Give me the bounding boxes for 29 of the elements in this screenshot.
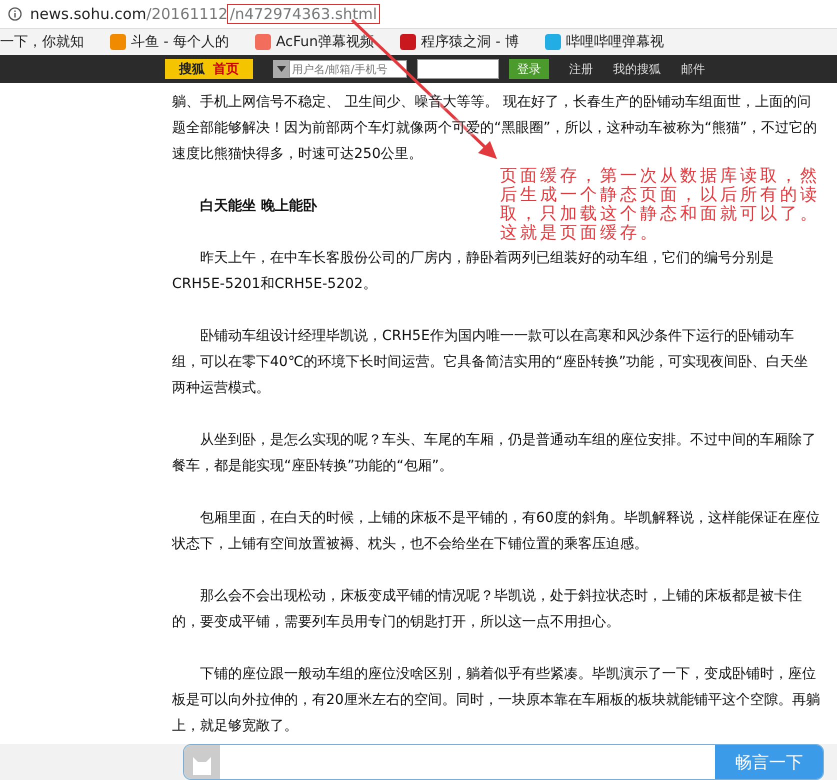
url-path: /20161112: [146, 5, 228, 23]
nav-link[interactable]: 注册: [569, 60, 593, 78]
username-field[interactable]: 用户名/邮箱/手机号: [289, 60, 407, 78]
highlighted-url-path: /n472974363.shtml: [228, 5, 380, 23]
bookmark-item[interactable]: 哔哩哔哩弹幕视: [566, 33, 664, 51]
article-paragraph: 下铺的座位跟一般动车组的座位没啥区别，躺着似乎有些紧凑。毕凯演示了一下，变成卧铺时，座位板是可以向外拉伸的，有20厘米左右的空间。同时，一块原本靠在车厢板的板块就能铺平这个空隙。再躺上，就足够宽敞了。: [172, 665, 820, 736]
login-button[interactable]: 登录: [509, 59, 549, 79]
bookmark-favicon-icon: [254, 34, 271, 50]
nav-link[interactable]: 我的搜狐: [613, 60, 661, 78]
bookmark-item[interactable]: 斗鱼 - 每个人的: [131, 33, 229, 51]
annotation-text: 页面缓存，第一次从数据库读取，然后生成一个静态页面，以后所有的读取，只加载这个静态和面就可以了。这就是页面缓存。: [500, 167, 821, 243]
bookmark-item[interactable]: 一下，你就知: [0, 33, 84, 51]
article-paragraph: 包厢里面，在白天的时候，上铺的床板不是平铺的，有60度的斜角。毕凯解释说，这样能保证在座位状态下，上铺有空间放置被褥、枕头，也不会给坐在下铺位置的乘客压迫感。: [172, 509, 820, 554]
article-paragraph: 那么会不会出现松动，床板变成平铺的情况呢？毕凯说，处于斜拉状态时，上铺的床板都是被卡住的，要变成平铺，需要列车员用专门的钥匙打开，所以这一点不用担心。: [172, 587, 803, 632]
section-heading: 白天能坐 晚上能卧: [199, 197, 317, 216]
bookmark-favicon-icon: [544, 34, 561, 50]
nav-link[interactable]: 邮件: [681, 60, 705, 78]
password-field[interactable]: [417, 59, 499, 79]
home-link[interactable]: 搜狐 首页: [165, 59, 253, 79]
bookmark-item[interactable]: 程序猿之洞 - 博: [421, 33, 519, 51]
info-icon: [8, 7, 22, 21]
dropdown-caret-icon[interactable]: [273, 60, 289, 78]
article-paragraph: 昨天上午，在中车长客股份公司的厂房内，静卧着两列已组装好的动车组，它们的编号分别是CRH5E-5201和CRH5E-5202。: [172, 249, 775, 294]
bookmark-favicon-icon: [110, 34, 126, 50]
article-paragraph: 从坐到卧，是怎么实现的呢？车头、车尾的车厢，仍是普通动车组的座位安排。不过中间的车厢除了餐车，都是能实现“座卧转换”功能的“包厢”。: [172, 431, 817, 476]
avatar-icon: [184, 745, 220, 779]
bookmark-favicon-icon: [400, 34, 416, 50]
article-paragraph: 卧铺动车组设计经理毕凯说，CRH5E作为国内唯一一款可以在高寒和风沙条件下运行的卧铺动车组，可以在零下40℃的环境下长时间运营。它具备简洁实用的“座卧转换”功能，可实现夜间卧、白天坐两种运营模式。: [172, 327, 810, 398]
url-host: news.sohu.com: [30, 5, 146, 23]
